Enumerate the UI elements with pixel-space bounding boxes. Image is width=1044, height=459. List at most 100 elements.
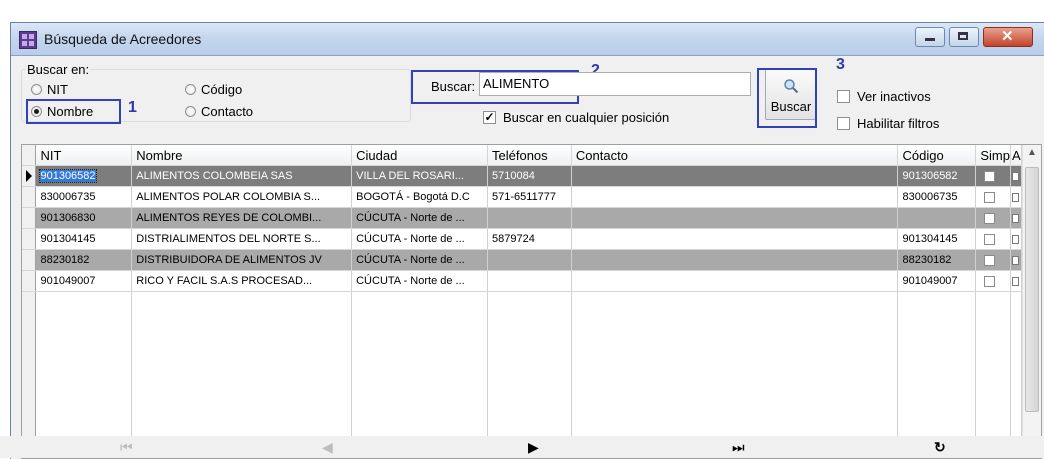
cell-contacto[interactable] <box>571 270 899 292</box>
radio-codigo-label: Código <box>201 82 243 97</box>
a-checkbox[interactable] <box>1012 192 1019 202</box>
prev-icon[interactable]: ◀ <box>322 439 333 456</box>
table-row[interactable]: 901306830 ALIMENTOS REYES DE COLOMBI... … <box>22 207 1041 229</box>
cell-codigo[interactable]: 830006735 <box>897 186 977 208</box>
cell-telefonos[interactable] <box>487 207 572 229</box>
col-header-nit[interactable]: NIT <box>35 145 133 166</box>
a-checkbox[interactable] <box>1012 234 1019 244</box>
cell-a[interactable] <box>1010 270 1022 292</box>
simp-checkbox[interactable] <box>984 191 996 203</box>
radio-nit-dot[interactable] <box>31 84 42 95</box>
radio-codigo-dot[interactable] <box>185 84 196 95</box>
enable-filters-box[interactable] <box>837 117 850 130</box>
cell-nombre[interactable]: ALIMENTOS COLOMBEIA SAS <box>131 165 353 187</box>
table-row[interactable]: 901306582 ALIMENTOS COLOMBEIA SAS VILLA … <box>22 165 1041 187</box>
cell-nombre[interactable]: RICO Y FACIL S.A.S PROCESAD... <box>131 270 353 292</box>
cell-simp[interactable] <box>975 249 1011 271</box>
cell-nombre[interactable]: ALIMENTOS POLAR COLOMBIA S... <box>131 186 353 208</box>
cell-a[interactable] <box>1010 165 1022 187</box>
cell-a[interactable] <box>1010 186 1022 208</box>
a-checkbox[interactable] <box>1012 276 1019 286</box>
cell-simp[interactable] <box>975 270 1011 292</box>
cell-a[interactable] <box>1010 249 1022 271</box>
scroll-thumb[interactable] <box>1025 167 1039 412</box>
cell-nombre[interactable]: ALIMENTOS REYES DE COLOMBI... <box>131 207 353 229</box>
cell-ciudad[interactable]: CÚCUTA - Norte de ... <box>351 228 489 250</box>
close-button[interactable]: ✕ <box>983 27 1033 47</box>
simp-checkbox[interactable] <box>984 212 996 224</box>
last-icon[interactable]: ⏭ <box>732 439 745 456</box>
maximize-button[interactable] <box>949 27 979 47</box>
simp-checkbox[interactable] <box>984 254 996 266</box>
a-checkbox[interactable] <box>1012 213 1019 223</box>
cell-simp[interactable] <box>975 207 1011 229</box>
cell-nit[interactable]: 901306830 <box>35 207 133 229</box>
cell-simp[interactable] <box>975 165 1011 187</box>
col-header-nombre[interactable]: Nombre <box>131 145 353 166</box>
cell-nit[interactable]: 830006735 <box>35 186 133 208</box>
table-row[interactable]: 901304145 DISTRIALIMENTOS DEL NORTE S...… <box>22 228 1041 250</box>
cell-codigo[interactable]: 901306582 <box>897 165 977 187</box>
cell-codigo[interactable]: 88230182 <box>897 249 977 271</box>
cell-nit[interactable]: 901306582 <box>35 165 133 187</box>
cell-codigo[interactable]: 901304145 <box>897 228 977 250</box>
cell-nombre[interactable]: DISTRIBUIDORA DE ALIMENTOS JV <box>131 249 353 271</box>
a-checkbox[interactable] <box>1012 255 1019 265</box>
a-checkbox[interactable] <box>1012 171 1019 181</box>
col-header-contacto[interactable]: Contacto <box>571 145 899 166</box>
table-row[interactable]: 901049007 RICO Y FACIL S.A.S PROCESAD...… <box>22 270 1041 292</box>
cell-contacto[interactable] <box>571 249 899 271</box>
minimize-button[interactable] <box>915 27 945 47</box>
cell-contacto[interactable] <box>571 165 899 187</box>
cell-telefonos[interactable]: 571-6511777 <box>487 186 572 208</box>
search-input[interactable]: ALIMENTO <box>479 72 751 96</box>
cell-codigo[interactable]: 901049007 <box>897 270 977 292</box>
search-anywhere-checkbox[interactable]: ✓ Buscar en cualquier posición <box>483 110 669 125</box>
refresh-icon[interactable]: ↻ <box>934 439 946 456</box>
cell-telefonos[interactable] <box>487 270 572 292</box>
cell-contacto[interactable] <box>571 207 899 229</box>
radio-codigo[interactable]: Código <box>185 82 242 97</box>
col-header-ciudad[interactable]: Ciudad <box>351 145 489 166</box>
next-icon[interactable]: ▶ <box>528 439 539 456</box>
cell-simp[interactable] <box>975 228 1011 250</box>
grid-header-row: NIT Nombre Ciudad Teléfonos Contacto Cód… <box>22 145 1041 166</box>
cell-simp[interactable] <box>975 186 1011 208</box>
scroll-up-icon[interactable]: ▲ <box>1027 147 1037 158</box>
col-header-simp[interactable]: Simp <box>975 145 1011 166</box>
cell-codigo[interactable] <box>897 207 977 229</box>
table-row[interactable]: 830006735 ALIMENTOS POLAR COLOMBIA S... … <box>22 186 1041 208</box>
inactive-checkbox[interactable]: Ver inactivos <box>837 89 931 104</box>
cell-telefonos[interactable]: 5710084 <box>487 165 572 187</box>
cell-ciudad[interactable]: CÚCUTA - Norte de ... <box>351 249 489 271</box>
radio-nit[interactable]: NIT <box>31 82 68 97</box>
simp-checkbox[interactable] <box>984 275 996 287</box>
radio-contacto-dot[interactable] <box>185 106 196 117</box>
simp-checkbox[interactable] <box>984 170 996 182</box>
cell-telefonos[interactable] <box>487 249 572 271</box>
cell-contacto[interactable] <box>571 228 899 250</box>
cell-nit[interactable]: 88230182 <box>35 249 133 271</box>
cell-ciudad[interactable]: VILLA DEL ROSARI... <box>351 165 489 187</box>
cell-nit[interactable]: 901304145 <box>35 228 133 250</box>
cell-telefonos[interactable]: 5879724 <box>487 228 572 250</box>
radio-contacto[interactable]: Contacto <box>185 104 253 119</box>
vertical-scrollbar[interactable]: ▲ ▼ <box>1022 145 1041 458</box>
col-header-a[interactable]: A <box>1010 145 1022 166</box>
inactive-box[interactable] <box>837 90 850 103</box>
cell-nit[interactable]: 901049007 <box>35 270 133 292</box>
col-header-telefonos[interactable]: Teléfonos <box>487 145 572 166</box>
enable-filters-checkbox[interactable]: Habilitar filtros <box>837 116 939 131</box>
table-row[interactable]: 88230182 DISTRIBUIDORA DE ALIMENTOS JV C… <box>22 249 1041 271</box>
cell-contacto[interactable] <box>571 186 899 208</box>
cell-a[interactable] <box>1010 207 1022 229</box>
cell-ciudad[interactable]: CÚCUTA - Norte de ... <box>351 270 489 292</box>
cell-nombre[interactable]: DISTRIALIMENTOS DEL NORTE S... <box>131 228 353 250</box>
cell-ciudad[interactable]: BOGOTÁ - Bogotá D.C <box>351 186 489 208</box>
simp-checkbox[interactable] <box>984 233 996 245</box>
cell-a[interactable] <box>1010 228 1022 250</box>
col-header-codigo[interactable]: Código <box>897 145 977 166</box>
first-icon[interactable]: ⏮ <box>120 439 133 456</box>
cell-ciudad[interactable]: CÚCUTA - Norte de ... <box>351 207 489 229</box>
search-anywhere-box[interactable]: ✓ <box>483 111 496 124</box>
